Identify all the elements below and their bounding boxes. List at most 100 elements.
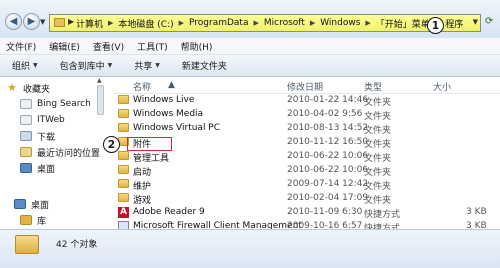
sort-caret-icon: ▲ — [168, 80, 175, 90]
nav-item-label: 桌面 — [37, 164, 56, 175]
breadcrumb-item[interactable]: ProgramData — [187, 18, 250, 28]
web-page-icon — [20, 115, 32, 125]
menu-help[interactable]: 帮助(H) — [181, 40, 213, 53]
chevron-right-icon[interactable]: ▶ — [250, 19, 261, 27]
file-row[interactable]: A Adobe Reader 9 2010-11-09 6:30 快捷方式 3 … — [113, 206, 500, 220]
back-button[interactable]: ◀ — [5, 13, 22, 30]
scroll-up-icon[interactable]: ▲ — [97, 77, 102, 84]
nav-item-desktop-fav[interactable]: 桌面 — [20, 161, 55, 175]
folder-icon — [118, 123, 129, 132]
folder-icon — [118, 95, 129, 104]
nav-item-itweb[interactable]: ITWeb — [20, 113, 65, 127]
download-folder-icon — [20, 131, 32, 141]
nav-scrollbar-thumb[interactable] — [97, 85, 104, 115]
nav-item-label: ITWeb — [37, 115, 65, 125]
command-toolbar: 组织 ▼ 包含到库中 ▼ 共享 ▼ 新建文件夹 — [0, 55, 500, 77]
file-type: 文件夹 — [364, 126, 392, 136]
file-row-accessories[interactable]: 附件 2010-11-12 16:50 文件夹 — [113, 136, 500, 151]
nav-item-downloads[interactable]: 下载 — [20, 129, 55, 143]
file-name: 管理工具 — [133, 154, 170, 164]
desktop-icon — [20, 163, 32, 173]
breadcrumb: 计算机 ▶ 本地磁盘 (C:) ▶ ProgramData ▶ Microsof… — [74, 15, 465, 31]
nav-favorites[interactable]: ★ 收藏夹 — [6, 81, 50, 95]
file-name: Windows Live — [133, 95, 195, 105]
menu-tools[interactable]: 工具(T) — [137, 40, 168, 53]
file-name: 启动 — [133, 168, 152, 178]
column-type[interactable]: 类型 — [364, 80, 382, 93]
details-pane: 42 个对象 — [0, 229, 500, 268]
include-in-library-button[interactable]: 包含到库中 ▼ — [60, 59, 113, 72]
include-label: 包含到库中 — [59, 62, 105, 72]
folder-icon — [118, 151, 129, 160]
file-type: 文件夹 — [364, 112, 392, 122]
chevron-down-icon: ▼ — [155, 62, 160, 69]
file-name: Adobe Reader 9 — [133, 207, 205, 217]
nav-desktop[interactable]: 桌面 — [14, 197, 49, 211]
file-row[interactable]: Windows Media 2010-04-02 9:56 文件夹 — [113, 108, 500, 122]
address-bar-area: ◀ ▶ ▼ ▶ 计算机 ▶ 本地磁盘 (C:) ▶ ProgramData ▶ … — [0, 0, 500, 39]
breadcrumb-item[interactable]: Windows — [318, 18, 362, 28]
column-date[interactable]: 修改日期 — [287, 80, 323, 93]
breadcrumb-item[interactable]: 程序 — [443, 17, 465, 30]
menu-file[interactable]: 文件(F) — [6, 40, 36, 53]
menu-edit[interactable]: 编辑(E) — [49, 40, 80, 53]
menu-view[interactable]: 查看(V) — [93, 40, 124, 53]
share-label: 共享 — [134, 62, 153, 72]
address-input[interactable]: ▶ 计算机 ▶ 本地磁盘 (C:) ▶ ProgramData ▶ Micros… — [49, 14, 481, 32]
nav-item-label: Bing Search — [37, 99, 91, 109]
column-size[interactable]: 大小 — [433, 80, 451, 93]
nav-favorites-label: 收藏夹 — [23, 84, 51, 95]
file-row[interactable]: Windows Live 2010-01-22 14:46 文件夹 — [113, 94, 500, 108]
file-row[interactable]: 游戏 2010-02-04 17:09 文件夹 — [113, 192, 500, 206]
file-date: 2010-02-04 17:09 — [287, 193, 369, 203]
folder-icon — [118, 179, 129, 188]
file-row[interactable]: 管理工具 2010-06-22 10:06 文件夹 — [113, 150, 500, 164]
nav-item-label: 最近访问的位置 — [37, 148, 101, 159]
file-row[interactable]: 启动 2010-06-22 10:06 文件夹 — [113, 164, 500, 178]
column-header: ▲ 名称 修改日期 类型 大小 — [113, 77, 500, 94]
chevron-right-icon[interactable]: ▶ — [307, 19, 318, 27]
column-name[interactable]: 名称 — [133, 80, 151, 93]
file-type: 快捷方式 — [364, 210, 401, 220]
file-name: Windows Virtual PC — [133, 123, 221, 133]
file-type: 文件夹 — [364, 182, 392, 192]
file-date: 2009-07-14 12:42 — [287, 179, 369, 189]
file-date: 2010-06-22 10:06 — [287, 165, 369, 175]
breadcrumb-item[interactable]: 计算机 — [74, 17, 105, 30]
forward-button[interactable]: ▶ — [23, 13, 40, 30]
file-name: 附件 — [133, 140, 152, 150]
file-type: 文件夹 — [364, 98, 392, 108]
breadcrumb-item[interactable]: 「开始」菜单 — [374, 17, 432, 30]
recent-places-icon — [20, 147, 32, 157]
address-dropdown-icon[interactable]: ▼ — [473, 18, 478, 26]
recent-pages-dropdown[interactable]: ▼ — [40, 18, 45, 26]
file-type: 文件夹 — [364, 196, 392, 206]
file-name: 维护 — [133, 182, 152, 192]
file-date: 2010-01-22 14:46 — [287, 95, 369, 105]
folder-icon — [54, 18, 65, 27]
nav-library[interactable]: 库 — [20, 213, 46, 227]
new-folder-button[interactable]: 新建文件夹 — [182, 59, 227, 72]
share-button[interactable]: 共享 ▼ — [134, 59, 160, 72]
file-row[interactable]: 维护 2009-07-14 12:42 文件夹 — [113, 178, 500, 192]
nav-desktop-label: 桌面 — [31, 200, 50, 211]
file-name: 游戏 — [133, 196, 152, 206]
file-type: 文件夹 — [364, 140, 392, 150]
nav-item-bing-search[interactable]: Bing Search — [20, 97, 91, 111]
file-type: 文件夹 — [364, 168, 392, 178]
chevron-right-icon[interactable]: ▶ — [362, 19, 373, 27]
chevron-right-icon[interactable]: ▶ — [105, 19, 116, 27]
file-date: 2010-04-02 9:56 — [287, 109, 363, 119]
file-row[interactable]: Windows Virtual PC 2010-08-13 14:52 文件夹 — [113, 122, 500, 136]
menu-bar: 文件(F) 编辑(E) 查看(V) 工具(T) 帮助(H) — [0, 38, 500, 55]
breadcrumb-item[interactable]: 本地磁盘 (C:) — [116, 17, 175, 30]
file-size: 3 KB — [466, 207, 487, 217]
navigation-pane: ▲ ★ 收藏夹 Bing Search ITWeb 下载 最近访问的位置 桌面 … — [0, 77, 114, 229]
nav-item-recent-places[interactable]: 最近访问的位置 — [20, 145, 100, 159]
refresh-icon[interactable]: ⟳ — [485, 16, 493, 27]
breadcrumb-item[interactable]: Microsoft — [262, 18, 307, 28]
organize-button[interactable]: 组织 ▼ — [12, 59, 38, 72]
file-date: 2010-08-13 14:52 — [287, 123, 369, 133]
nav-library-label: 库 — [37, 216, 47, 227]
chevron-right-icon[interactable]: ▶ — [176, 19, 187, 27]
